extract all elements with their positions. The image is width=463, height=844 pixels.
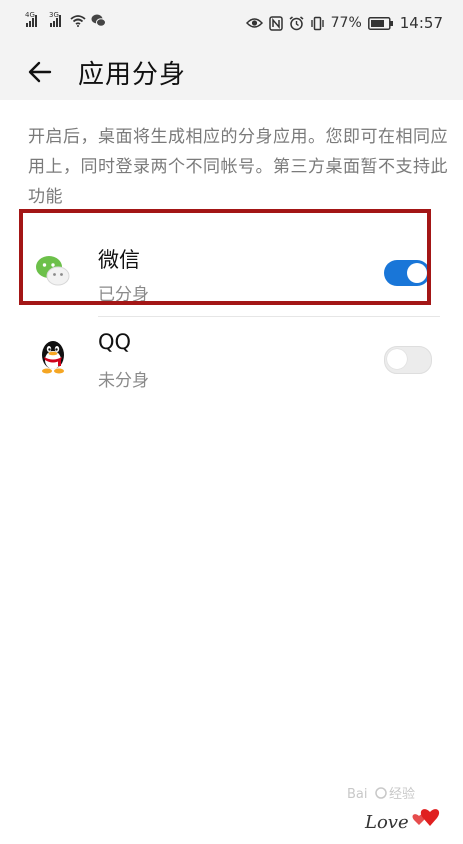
description-text: 开启后，桌面将生成相应的分身应用。您即可在相同应用上，同时登录两个不同帐号。第三…: [28, 127, 448, 207]
nfc-icon: [268, 15, 283, 31]
vibrate-icon: [310, 16, 324, 30]
qq-icon: [42, 341, 64, 374]
status-bar: 4G 3G 77% 14:57: [0, 0, 463, 46]
svg-text:Bai: Bai: [347, 787, 368, 802]
eye-icon: [245, 18, 263, 28]
divider: [98, 316, 440, 317]
app-status: 未分身: [98, 371, 149, 391]
qq-clone-toggle[interactable]: [384, 346, 432, 374]
app-bar: 应用分身: [0, 46, 463, 100]
highlight-box: [19, 209, 431, 305]
app-row-qq[interactable]: QQ 未分身: [0, 318, 463, 408]
clock: 14:57: [399, 14, 443, 32]
signal-tag: 4G: [25, 11, 35, 19]
back-arrow-icon[interactable]: [26, 58, 54, 86]
status-right: 77% 14:57: [245, 14, 443, 32]
wifi-icon: [70, 15, 86, 27]
alarm-icon: [289, 15, 304, 30]
signal-tag: 3G: [49, 11, 59, 19]
battery-icon: [367, 16, 393, 30]
wechat-notification-icon: [91, 14, 106, 27]
app-name: QQ: [98, 330, 132, 354]
page-title: 应用分身: [78, 60, 187, 90]
svg-text:Love: Love: [364, 812, 409, 833]
signal-icon: 4G: [25, 11, 37, 27]
baidu-watermark-logo: Bai 经验 Love: [347, 786, 440, 833]
toggle-knob: [387, 349, 407, 369]
status-left: 4G 3G: [25, 11, 106, 27]
svg-text:经验: 经验: [389, 786, 415, 802]
signal-icon: 3G: [49, 11, 61, 27]
battery-percent: 77%: [330, 15, 362, 31]
